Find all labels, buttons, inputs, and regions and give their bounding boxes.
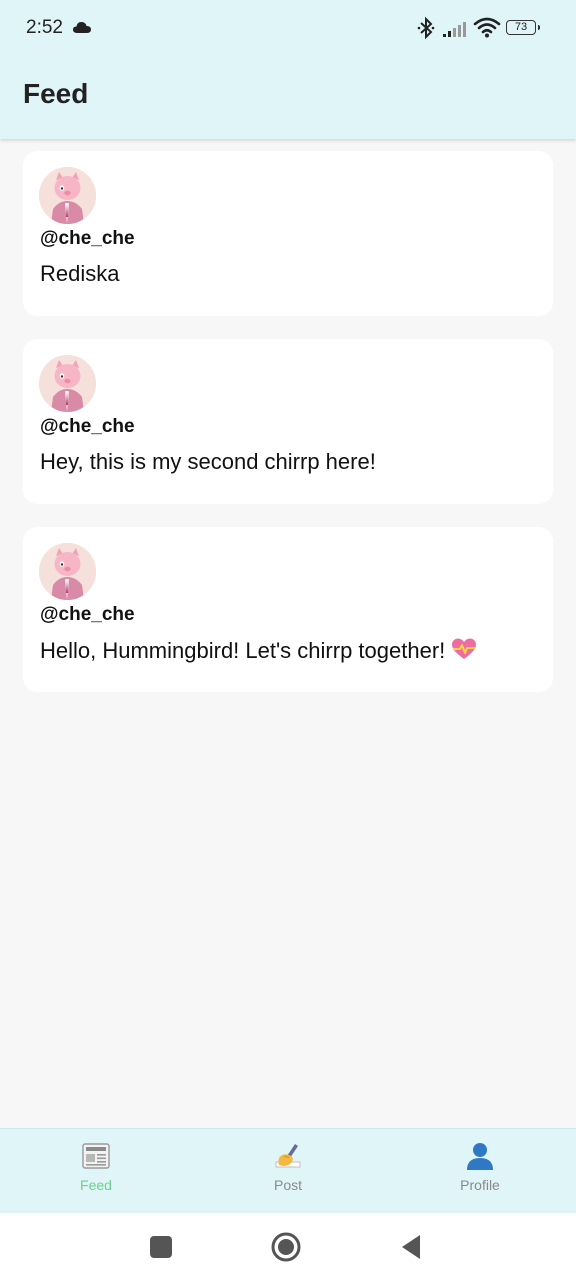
home-icon[interactable] <box>270 1231 302 1263</box>
post-handle[interactable]: @che_che <box>40 228 135 250</box>
post-text-row: Hello, Hummingbird! Let's chirrp togethe… <box>40 637 477 664</box>
heart-icon <box>452 638 477 659</box>
feed-list: @che_che Rediska @che_che Hey, this is m… <box>23 151 553 715</box>
post-card[interactable]: @che_che Hello, Hummingbird! Let's chirr… <box>23 527 553 692</box>
page-title: Feed <box>23 78 89 109</box>
avatar[interactable] <box>39 355 96 412</box>
avatar[interactable] <box>39 543 96 600</box>
bluetooth-icon <box>417 16 435 40</box>
tab-post[interactable]: Post <box>228 1141 348 1193</box>
post-text: Hello, Hummingbird! Let's chirrp togethe… <box>40 638 446 663</box>
post-handle[interactable]: @che_che <box>40 604 135 626</box>
newspaper-icon <box>82 1143 110 1169</box>
tab-feed[interactable]: Feed <box>36 1141 156 1193</box>
post-handle[interactable]: @che_che <box>40 416 135 438</box>
tab-label: Profile <box>460 1177 500 1193</box>
cloud-icon <box>73 22 91 33</box>
post-card[interactable]: @che_che Hey, this is my second chirrp h… <box>23 339 553 504</box>
back-icon[interactable] <box>396 1231 428 1263</box>
status-time: 2:52 <box>26 17 63 38</box>
post-card[interactable]: @che_che Rediska <box>23 151 553 316</box>
tab-label: Post <box>273 1177 302 1193</box>
bottom-tab-bar: Feed Post Profile <box>0 1128 576 1214</box>
recents-icon[interactable] <box>145 1231 177 1263</box>
signal-icon <box>443 22 466 37</box>
system-nav-bar <box>0 1213 576 1280</box>
app-header: 2:52 73 Feed <box>0 0 576 139</box>
writing-hand-icon <box>275 1144 301 1168</box>
post-text: Rediska <box>40 261 120 286</box>
user-icon <box>467 1143 493 1170</box>
avatar[interactable] <box>39 167 96 224</box>
tab-label: Feed <box>80 1177 112 1193</box>
battery-icon: 73 <box>506 20 540 35</box>
post-text: Hey, this is my second chirrp here! <box>40 449 376 474</box>
wifi-icon <box>473 17 501 38</box>
status-bar: 2:52 73 <box>0 0 576 56</box>
tab-profile[interactable]: Profile <box>420 1141 540 1193</box>
